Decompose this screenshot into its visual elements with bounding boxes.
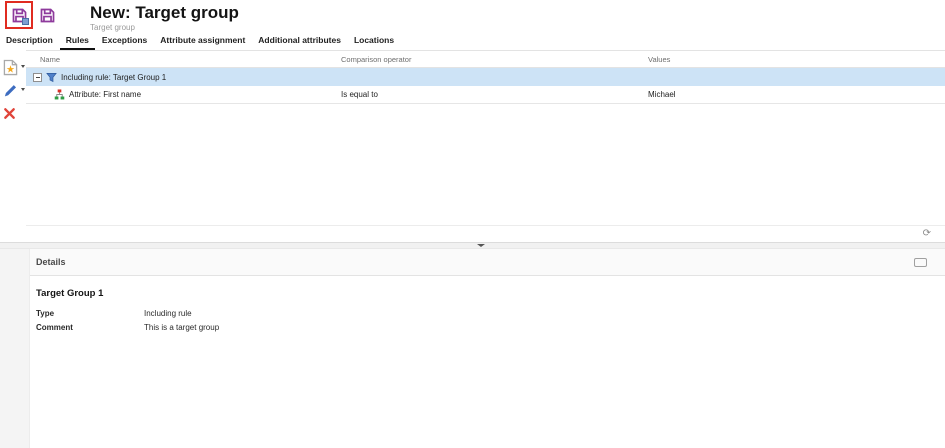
grid-header-row: Name Comparison operator Values	[26, 50, 945, 68]
details-field-type: Type Including rule	[36, 309, 945, 318]
delete-rule-button[interactable]	[0, 102, 26, 125]
edit-rule-dropdown-caret[interactable]	[21, 88, 25, 91]
new-rule-button[interactable]	[0, 56, 26, 79]
tab-rules[interactable]: Rules	[59, 32, 96, 51]
tab-description[interactable]: Description	[1, 32, 58, 51]
tab-bar: Description Rules Exceptions Attribute a…	[0, 32, 945, 50]
row-name-text: Attribute: First name	[69, 90, 142, 99]
details-title: Target Group 1	[36, 288, 104, 299]
grid-empty-area	[26, 104, 945, 225]
top-toolbar: New: Target group Target group	[0, 0, 945, 32]
field-value: This is a target group	[144, 323, 220, 332]
details-panel: Details Target Group 1 Type Including ru…	[0, 249, 945, 448]
tab-exceptions[interactable]: Exceptions	[97, 32, 152, 51]
rules-grid: Name Comparison operator Values Includin…	[26, 50, 945, 242]
tab-additional-attributes[interactable]: Additional attributes	[253, 32, 346, 51]
red-x-icon	[3, 107, 16, 120]
column-header-name[interactable]: Name	[26, 55, 341, 64]
collapse-expander-icon[interactable]	[33, 72, 42, 82]
pencil-icon	[3, 83, 18, 98]
column-header-comparison-operator[interactable]: Comparison operator	[341, 55, 648, 64]
rule-icon	[46, 72, 57, 83]
details-field-comment: Comment This is a target group	[36, 323, 945, 332]
expand-panel-icon[interactable]	[914, 257, 927, 267]
row-name-text: Including rule: Target Group 1	[61, 72, 167, 82]
column-header-values[interactable]: Values	[648, 55, 945, 64]
details-body: Target Group 1 Type Including rule Comme…	[30, 276, 945, 448]
field-label: Type	[36, 309, 55, 318]
rules-pane: Name Comparison operator Values Includin…	[0, 50, 945, 242]
details-left-gutter	[0, 249, 30, 448]
new-document-icon	[3, 59, 18, 76]
side-toolbar	[0, 50, 26, 242]
refresh-icon[interactable]: ⟳	[923, 229, 931, 239]
new-rule-dropdown-caret[interactable]	[21, 65, 25, 68]
page-title: New: Target group	[90, 3, 239, 22]
row-operator-text: Is equal to	[341, 90, 378, 99]
tab-locations[interactable]: Locations	[349, 32, 399, 51]
details-header-title: Details	[36, 257, 66, 267]
pane-splitter[interactable]	[0, 242, 945, 249]
title-block: New: Target group Target group	[90, 3, 239, 33]
table-row-attribute[interactable]: Attribute: First name Is equal to Michae…	[26, 86, 945, 104]
details-fields: Type Including rule Comment This is a ta…	[36, 309, 945, 332]
row-values-text: Michael	[648, 90, 676, 99]
field-value: Including rule	[144, 309, 192, 318]
save-button[interactable]	[5, 1, 33, 29]
edit-rule-button[interactable]	[0, 79, 26, 102]
save-variant-button[interactable]	[35, 3, 59, 27]
details-header: Details	[30, 249, 945, 276]
page-subtitle: Target group	[90, 23, 135, 32]
tab-attribute-assignment[interactable]: Attribute assignment	[155, 32, 250, 51]
save-badge-icon	[22, 18, 29, 25]
floppy-disk-icon	[39, 7, 56, 24]
table-row-including-rule[interactable]: Including rule: Target Group 1	[26, 68, 945, 86]
splitter-handle-icon[interactable]	[477, 244, 485, 247]
attribute-icon	[54, 89, 65, 100]
field-label: Comment	[36, 323, 73, 332]
grid-footer: ⟳	[26, 225, 945, 242]
